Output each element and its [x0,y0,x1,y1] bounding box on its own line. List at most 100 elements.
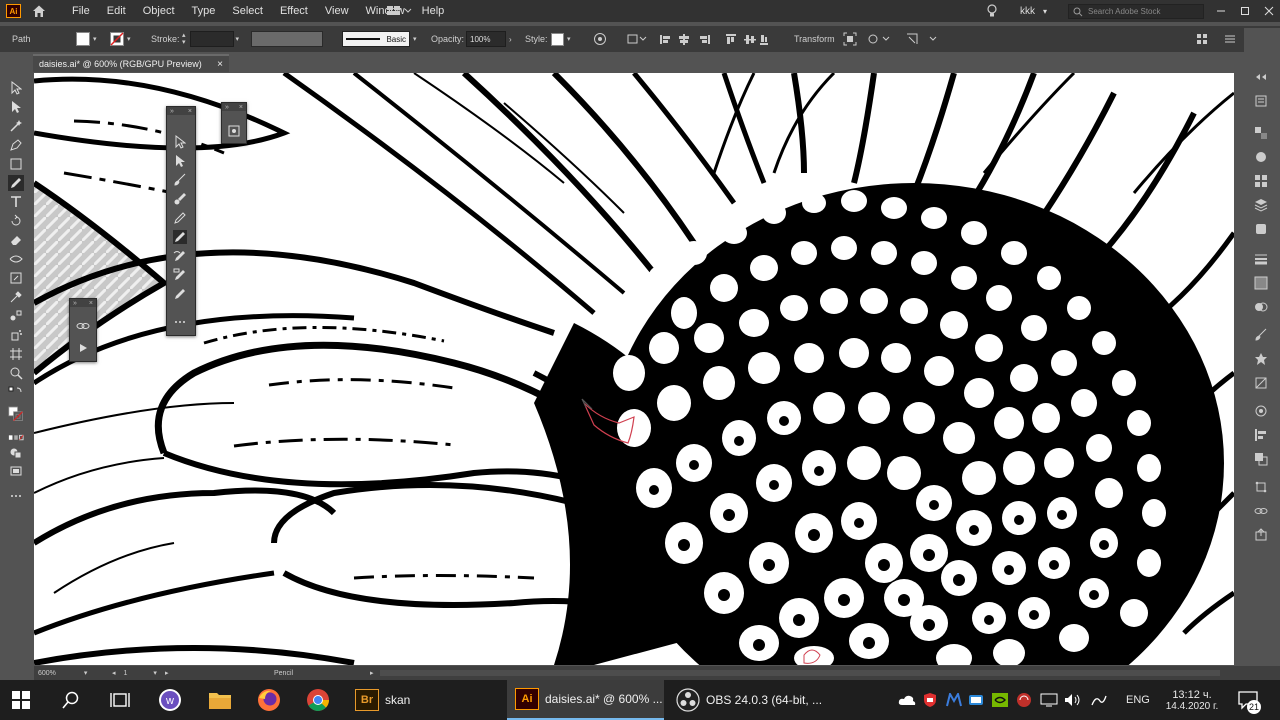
selection-tool-icon[interactable] [173,135,187,149]
transform-panel-icon[interactable] [1254,480,1268,494]
taskbar-app-obs[interactable]: OBS 24.0.3 (64-bit, ... [676,680,822,720]
color-panel-icon[interactable] [1254,126,1268,140]
onedrive-icon[interactable] [898,680,916,720]
pathfinder-icon[interactable] [1254,452,1268,466]
more-tools-icon[interactable] [173,315,187,329]
pencil-icon[interactable] [173,230,187,244]
play-icon[interactable] [76,341,90,355]
menu-type[interactable]: Type [192,5,216,17]
stroke-panel-icon[interactable] [1254,252,1268,266]
firefox-icon[interactable] [257,680,281,720]
swatches-icon[interactable] [1254,174,1268,188]
taskbar-app-bridge[interactable]: Br skan [355,680,410,720]
menu-select[interactable]: Select [232,5,263,17]
panel-collapse-icon[interactable] [1254,70,1268,84]
transform-link[interactable]: Transform [794,26,835,52]
task-view-icon[interactable] [110,680,130,720]
appearance-icon[interactable] [1254,404,1268,418]
brush-definition[interactable]: Basic ▾ [342,26,417,52]
next-artboard-icon[interactable]: ▸ [165,669,169,677]
asset-export-icon[interactable] [1254,528,1268,542]
opacity-input[interactable]: 100% [466,31,506,47]
transparency-panel-icon[interactable] [1254,300,1268,314]
display-icon[interactable] [1040,680,1058,720]
path-eraser-icon[interactable] [173,268,187,282]
puppet-icon[interactable] [868,26,892,52]
rectangle-tool-icon[interactable] [8,156,24,172]
search-stock-field[interactable]: Search Adobe Stock [1068,4,1204,19]
lightbulb-icon[interactable] [986,4,998,18]
taskbar-app-illustrator[interactable]: Ai daisies.ai* @ 600% ... [507,680,664,720]
file-explorer-icon[interactable] [208,680,232,720]
symbol-icon[interactable] [227,123,241,137]
selection-tool-icon[interactable] [8,80,24,96]
menu-file[interactable]: File [72,5,90,17]
direct-select-icon[interactable] [173,154,187,168]
home-icon[interactable] [32,4,46,18]
variable-width-profile[interactable] [251,26,323,52]
width-tool-icon[interactable] [8,251,24,267]
w-app-icon[interactable]: w [158,680,182,720]
nvidia-icon[interactable] [992,680,1008,720]
align-panel-icon[interactable] [1254,428,1268,442]
stroke-swatch[interactable]: ▾ [110,26,131,52]
minimize-button[interactable] [1210,0,1232,22]
language-indicator[interactable]: ENG [1126,680,1150,720]
menu-edit[interactable]: Edit [107,5,126,17]
close-tab-icon[interactable]: × [217,59,223,70]
status-menu-icon[interactable]: ▸ [370,666,374,680]
symbols-icon[interactable] [1254,352,1268,366]
artboard-canvas[interactable] [34,73,1234,665]
graphic-styles-icon[interactable] [1254,376,1268,390]
panel-header[interactable]: » × [167,107,195,115]
search-icon[interactable] [62,680,80,720]
volume-icon[interactable] [1064,680,1082,720]
malwarebytes-icon[interactable] [946,680,962,720]
chrome-icon[interactable] [306,680,330,720]
shaper-icon[interactable] [173,211,187,225]
join-tool-icon[interactable] [173,287,187,301]
workspace-icon[interactable] [386,5,412,17]
pen-input-icon[interactable] [1090,680,1108,720]
symbol-sprayer-icon[interactable] [8,327,24,343]
user-name[interactable]: kkk ▾ [1020,0,1047,22]
gradient-panel-icon[interactable] [1254,276,1268,290]
stroke-weight-field[interactable]: ▴ ▾ ▾ [182,26,239,52]
menu-object[interactable]: Object [143,5,175,17]
swap-colors-icon[interactable] [8,386,24,402]
artboard-tool-icon[interactable] [8,346,24,362]
more-tools-icon[interactable] [8,488,24,504]
properties-menu-icon[interactable] [1224,26,1236,52]
free-transform-icon[interactable] [8,270,24,286]
panel-header[interactable]: » × [70,299,96,307]
tray-app-icon[interactable] [968,680,984,720]
properties-panel-icon[interactable] [1254,94,1268,108]
horizontal-scrollbar[interactable] [380,666,1220,680]
link-icon[interactable] [76,319,90,333]
clock[interactable]: 13:12 ч. 14.4.2020 г. [1160,680,1224,720]
pen-tool-icon[interactable] [8,137,24,153]
libraries-icon[interactable] [1254,222,1268,236]
color-guide-icon[interactable] [1254,150,1268,164]
panel-options-icon[interactable] [1196,26,1208,52]
stroke-weight-input[interactable] [189,31,234,47]
layers-icon[interactable] [1254,198,1268,212]
brushes-icon[interactable] [1254,328,1268,342]
color-mode-icon[interactable] [8,430,24,446]
blend-tool-icon[interactable] [8,308,24,324]
pencil-icon[interactable] [8,175,24,191]
artboard-navigator[interactable]: ◂ 1 ▾ ▸ [112,666,168,680]
blob-brush-icon[interactable] [173,192,187,206]
style-swatch[interactable]: ▾ [551,26,571,52]
align-to-icon[interactable] [626,26,648,52]
vpn-icon[interactable] [1016,680,1032,720]
recolor-icon[interactable] [593,26,607,52]
smooth-tool-icon[interactable] [173,249,187,263]
menu-view[interactable]: View [325,5,349,17]
fill-stroke-icon[interactable] [8,404,24,426]
fill-swatch[interactable]: ▾ [76,26,97,52]
align-buttons[interactable] [658,26,768,52]
notifications-icon[interactable]: 21 [1238,680,1262,720]
shield-icon[interactable] [922,680,938,720]
paintbrush-icon[interactable] [173,173,187,187]
